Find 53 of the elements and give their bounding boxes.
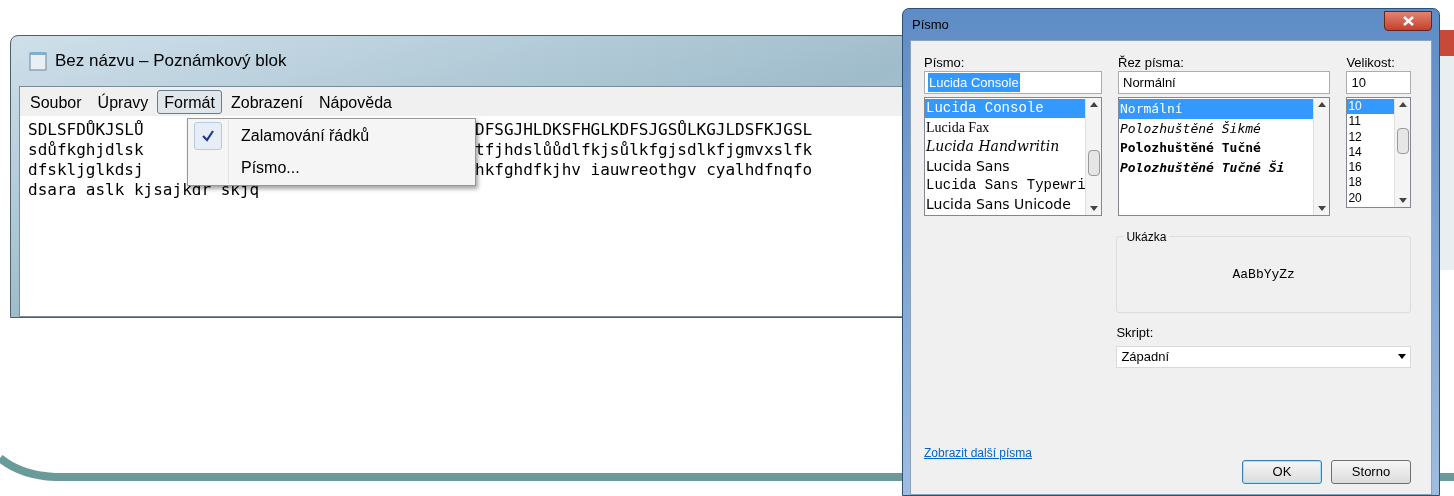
- size-list-item[interactable]: 16: [1347, 160, 1394, 176]
- scroll-thumb[interactable]: [1397, 128, 1409, 154]
- scroll-down-icon[interactable]: [1089, 206, 1098, 211]
- field-label: Řez písma:: [1118, 54, 1185, 71]
- menu-item[interactable]: Zobrazení: [223, 89, 310, 114]
- scrollbar[interactable]: [1313, 98, 1330, 215]
- field-value: Lucida Console: [928, 72, 1020, 93]
- scroll-up-icon[interactable]: [1089, 102, 1098, 107]
- notepad-icon: [29, 51, 47, 71]
- style-list-item[interactable]: Polozhuštěné Tučné Ši: [1119, 157, 1314, 177]
- menu-option[interactable]: Zalamování řádků: [188, 120, 475, 152]
- size-list-item[interactable]: 12: [1347, 129, 1394, 145]
- scroll-up-icon[interactable]: [1398, 102, 1407, 107]
- close-icon: [1402, 15, 1414, 26]
- field-value: Normální: [1122, 73, 1177, 92]
- menu-item[interactable]: Soubor: [23, 89, 89, 114]
- dialog-button[interactable]: Storno: [1331, 460, 1411, 484]
- size-list-item[interactable]: 18: [1347, 175, 1394, 191]
- scroll-up-icon[interactable]: [1317, 102, 1326, 107]
- scroll-down-icon[interactable]: [1317, 206, 1326, 211]
- script-dropdown[interactable]: Západní: [1116, 345, 1411, 368]
- input-field[interactable]: 10: [1346, 71, 1411, 94]
- size-list-item[interactable]: 20: [1347, 190, 1394, 206]
- menu-item[interactable]: Nápověda: [312, 89, 399, 114]
- size-list-item[interactable]: 14: [1347, 144, 1394, 161]
- field-label: Písmo:: [924, 54, 966, 71]
- scroll-thumb[interactable]: [1088, 150, 1100, 176]
- input-field[interactable]: Normální: [1118, 71, 1331, 94]
- more-fonts-link[interactable]: Zobrazit další písma: [924, 444, 1033, 462]
- dialog-button[interactable]: OK: [1242, 460, 1322, 484]
- close-button[interactable]: [1384, 10, 1432, 31]
- field-label: Skript:: [1116, 324, 1155, 342]
- style-list-item[interactable]: Polozhuštěné Šikmé: [1119, 118, 1314, 138]
- dropdown-arrow-icon: [1398, 354, 1406, 359]
- sample-text: AaBbYyZz: [1232, 265, 1295, 284]
- dialog-title: Písmo: [911, 15, 949, 34]
- size-list-item[interactable]: 11: [1347, 114, 1394, 130]
- text-line: SDLSFDŮKJSLŮ: [28, 120, 145, 140]
- menu-item[interactable]: Formát: [157, 89, 222, 114]
- menu-item[interactable]: Úpravy: [90, 89, 156, 114]
- scroll-down-icon[interactable]: [1398, 198, 1407, 203]
- text-line: tfjhdslůůdlfkjsůlkfgjsdlkfjgmvxslfk: [475, 140, 813, 160]
- text-line: dfskljglkdsj: [28, 160, 145, 180]
- field-label: Velikost:: [1346, 54, 1396, 71]
- scrollbar[interactable]: [1085, 98, 1101, 215]
- field-value: 10: [1350, 73, 1367, 92]
- scrollbar[interactable]: [1394, 98, 1410, 207]
- menu-option[interactable]: Písmo...: [188, 152, 475, 184]
- text-line: DFSGJHLDKSFHGLKDFSJGSŮLKGJLDSFKJGSL: [475, 120, 813, 140]
- text-line: sdůfkghjdlsk: [28, 140, 145, 160]
- style-list-item[interactable]: Polozhuštěné Tučné: [1119, 138, 1314, 158]
- window-title: Bez názvu – Poznámkový blok: [55, 50, 287, 73]
- text-line: hkfghdfkjhv iauwreothgv cyalhdfnqfo: [475, 160, 813, 180]
